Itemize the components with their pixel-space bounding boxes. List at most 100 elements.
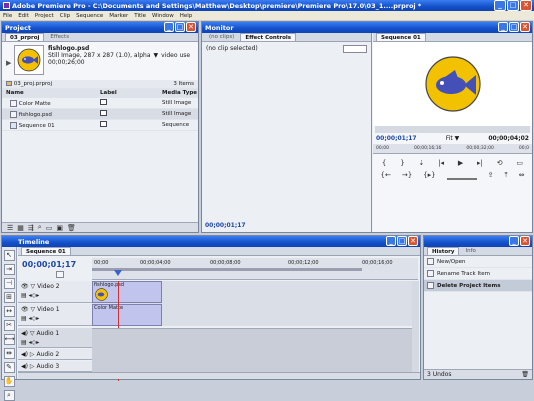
menu-item-project[interactable]: Project bbox=[35, 13, 54, 19]
label-swatch[interactable] bbox=[100, 110, 107, 116]
find-icon[interactable]: ⌕ bbox=[38, 223, 42, 232]
timeline-maximize-button[interactable]: □ bbox=[397, 236, 407, 246]
play-in-out-icon[interactable]: {▸} bbox=[423, 171, 435, 180]
zoom-tool-icon[interactable]: ⌕ bbox=[3, 390, 15, 401]
timeline-timecode[interactable]: 00;00;01;17 bbox=[22, 260, 76, 269]
trash-icon[interactable]: 🗑 bbox=[67, 224, 76, 232]
maximize-button[interactable]: □ bbox=[507, 0, 519, 11]
track-header-audio-2[interactable]: ◀) ▷ Audio 2 bbox=[18, 349, 92, 360]
set-out-icon[interactable]: } bbox=[400, 159, 404, 167]
speaker-icon[interactable]: ◀) bbox=[21, 351, 28, 358]
selection-tool-icon[interactable]: ↖ bbox=[3, 250, 15, 261]
timeline-zoom-bar[interactable] bbox=[18, 372, 420, 379]
history-item-selected[interactable]: Delete Project Items bbox=[424, 280, 532, 292]
project-minimize-button[interactable]: _ bbox=[164, 22, 174, 32]
history-close-button[interactable]: ✕ bbox=[520, 236, 530, 246]
clip-fishlogo[interactable]: fishlogo.psd bbox=[92, 281, 162, 303]
safe-margins-icon[interactable]: ▭ bbox=[516, 159, 523, 167]
lock-icon[interactable]: ▤ bbox=[21, 315, 27, 322]
program-ruler[interactable]: 00;00 00;00;16;16 00;00;32;00 00;0 bbox=[373, 144, 532, 154]
expand-icon[interactable]: ▷ bbox=[30, 351, 35, 358]
tab-history[interactable]: History bbox=[427, 247, 460, 255]
tab-effects[interactable]: Effects bbox=[46, 33, 73, 41]
timeline-ruler[interactable]: 00;00 00;00;04;00 00;00;08;00 00;00;12;0… bbox=[92, 258, 418, 280]
col-label-header[interactable]: Label bbox=[100, 90, 162, 96]
pen-tool-icon[interactable]: ✎ bbox=[3, 362, 15, 373]
effects-menu-icon[interactable] bbox=[343, 45, 367, 53]
shuttle-icon[interactable] bbox=[446, 171, 477, 180]
program-scrollbar[interactable] bbox=[375, 126, 530, 133]
menu-item-sequence[interactable]: Sequence bbox=[76, 13, 103, 19]
source-timecode[interactable]: 00;00;01;17 bbox=[205, 222, 246, 229]
col-media-type-header[interactable]: Media Type bbox=[162, 90, 198, 96]
keyframe-nav-icon[interactable]: ◂◇▸ bbox=[29, 292, 40, 299]
eye-icon[interactable]: 👁 bbox=[21, 306, 29, 313]
list-item[interactable]: fishlogo.psd Still Image bbox=[2, 109, 198, 120]
expand-icon[interactable]: ▷ bbox=[30, 363, 35, 370]
track-select-tool-icon[interactable]: ⇥ bbox=[3, 264, 15, 275]
program-timecode[interactable]: 00;00;01;17 bbox=[376, 135, 417, 142]
list-item[interactable]: Color Matte Still Image bbox=[2, 98, 198, 109]
col-name-header[interactable]: Name bbox=[2, 90, 100, 96]
play-icon[interactable]: ▶ bbox=[458, 159, 463, 167]
timeline-vertical-scrollbar[interactable] bbox=[412, 281, 419, 373]
tab-info[interactable]: Info bbox=[461, 247, 479, 255]
slide-tool-icon[interactable]: ⇹ bbox=[3, 348, 15, 359]
project-close-button[interactable]: ✕ bbox=[186, 22, 196, 32]
monitor-maximize-button[interactable]: □ bbox=[509, 22, 519, 32]
timeline-minimize-button[interactable]: _ bbox=[386, 236, 396, 246]
track-header-video-2[interactable]: 👁 ▽ Video 2 ▤ ◂◇▸ bbox=[18, 281, 92, 303]
track-header-audio-1[interactable]: ◀) ▽ Audio 1 ▤ ◂◇▸ bbox=[18, 328, 92, 348]
track-header-video-1[interactable]: 👁 ▽ Video 1 ▤ ◂◇▸ bbox=[18, 304, 92, 326]
set-in-icon[interactable]: { bbox=[382, 159, 386, 167]
razor-tool-icon[interactable]: ✂ bbox=[3, 320, 15, 331]
menu-item-window[interactable]: Window bbox=[152, 13, 174, 19]
snap-icon[interactable] bbox=[56, 271, 64, 278]
automate-icon[interactable]: ⇶ bbox=[28, 224, 34, 232]
monitor-close-button[interactable]: ✕ bbox=[520, 22, 530, 32]
history-item[interactable]: Rename Track Item bbox=[424, 268, 532, 280]
menu-item-file[interactable]: File bbox=[3, 13, 12, 19]
icon-view-icon[interactable]: ▦ bbox=[17, 224, 24, 232]
tab-source[interactable]: (no clips) bbox=[205, 33, 238, 41]
lift-icon[interactable]: ⇪ bbox=[488, 171, 494, 180]
keyframe-nav-icon[interactable]: ◂◇▸ bbox=[29, 315, 40, 322]
extract-icon[interactable]: ⤒ bbox=[504, 171, 507, 180]
menu-item-marker[interactable]: Marker bbox=[109, 13, 128, 19]
menu-item-edit[interactable]: Edit bbox=[18, 13, 29, 19]
loop-icon[interactable]: ⟲ bbox=[497, 159, 503, 167]
playhead-icon[interactable] bbox=[114, 270, 122, 276]
step-back-icon[interactable]: |◂ bbox=[438, 159, 444, 167]
list-item[interactable]: Sequence 01 Sequence bbox=[2, 120, 198, 131]
new-item-icon[interactable]: ▣ bbox=[56, 224, 63, 232]
tab-sequence[interactable]: Sequence 01 bbox=[376, 33, 426, 41]
clip-color-matte[interactable]: Color Matte bbox=[92, 304, 162, 326]
hand-tool-icon[interactable]: ✋ bbox=[3, 376, 15, 387]
list-view-icon[interactable]: ☰ bbox=[7, 224, 13, 232]
work-area-bar[interactable] bbox=[92, 268, 362, 271]
go-to-out-icon[interactable]: →} bbox=[402, 171, 412, 180]
step-forward-icon[interactable]: ▸| bbox=[477, 159, 483, 167]
tab-project[interactable]: 03_prproj bbox=[5, 33, 45, 41]
label-swatch[interactable] bbox=[100, 99, 107, 105]
expand-icon[interactable]: ▽ bbox=[31, 306, 36, 313]
trash-icon[interactable]: 🗑 bbox=[521, 371, 529, 378]
trim-icon[interactable]: ⇔ bbox=[519, 171, 525, 180]
tab-sequence-01[interactable]: Sequence 01 bbox=[21, 247, 71, 255]
clip-info-dropdown[interactable]: ▼ bbox=[154, 52, 159, 59]
tab-effect-controls[interactable]: Effect Controls bbox=[240, 33, 297, 41]
minimize-button[interactable]: _ bbox=[494, 0, 506, 11]
keyframe-nav-icon[interactable]: ◂◇▸ bbox=[29, 339, 40, 346]
menu-item-clip[interactable]: Clip bbox=[60, 13, 70, 19]
label-swatch[interactable] bbox=[100, 121, 107, 127]
fit-dropdown[interactable]: Fit ▼ bbox=[446, 135, 460, 142]
eye-icon[interactable]: 👁 bbox=[21, 283, 29, 290]
rate-stretch-tool-icon[interactable]: ↔ bbox=[3, 306, 15, 317]
menu-item-help[interactable]: Help bbox=[180, 13, 193, 19]
speaker-icon[interactable]: ◀) bbox=[21, 363, 28, 370]
track-header-audio-3[interactable]: ◀) ▷ Audio 3 bbox=[18, 361, 92, 372]
ripple-edit-tool-icon[interactable]: ⊣ bbox=[3, 278, 15, 289]
menu-item-title[interactable]: Title bbox=[134, 13, 146, 19]
monitor-minimize-button[interactable]: _ bbox=[498, 22, 508, 32]
close-button[interactable]: ✕ bbox=[520, 0, 532, 11]
